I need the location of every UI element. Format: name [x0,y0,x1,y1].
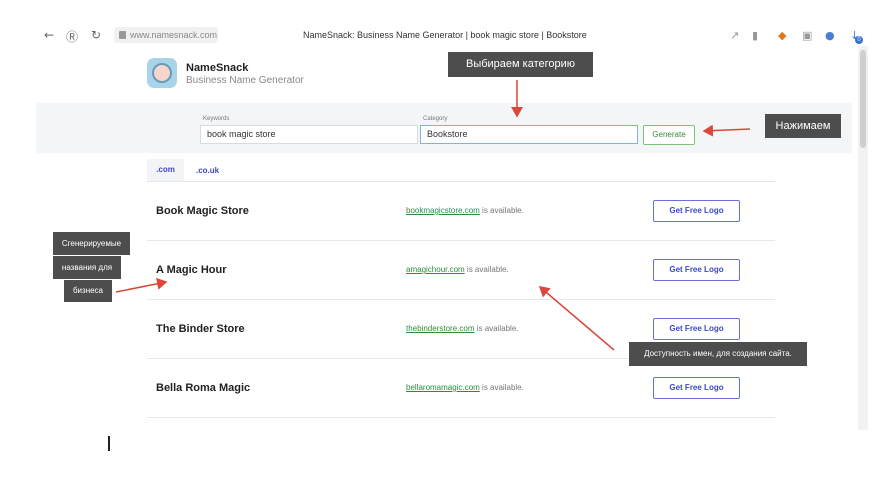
arrow-to-names [115,277,168,293]
arrow-to-generate [702,124,751,137]
annotation-arrows [115,80,751,351]
arrow-to-availability [538,286,615,351]
